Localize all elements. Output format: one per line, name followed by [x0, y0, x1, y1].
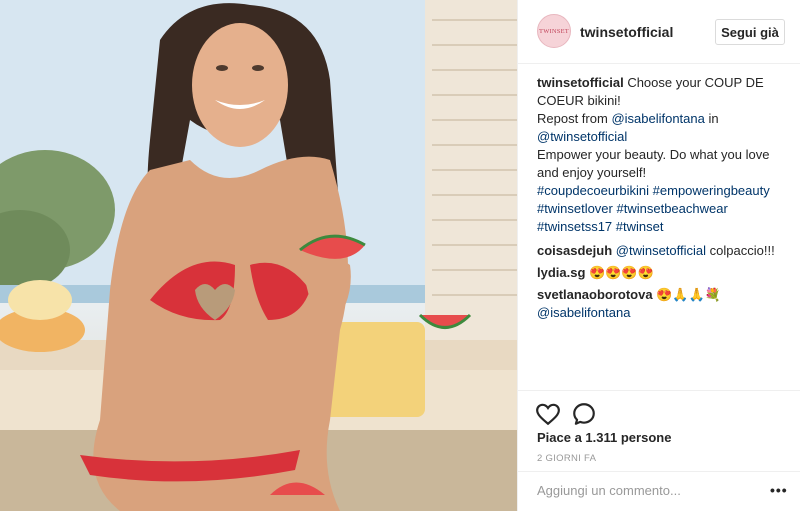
post-sidebar: TWINSET twinsetofficial Segui già twinse…	[517, 0, 800, 511]
post-header: TWINSET twinsetofficial Segui già	[518, 0, 800, 64]
more-options-icon[interactable]: •••	[770, 482, 788, 498]
add-comment-bar: •••	[518, 471, 800, 512]
comments-list: twinsetofficial Choose your COUP DE COEU…	[537, 74, 789, 324]
timestamp[interactable]: 2 GIORNI FA	[537, 453, 596, 464]
username[interactable]: twinsetofficial	[580, 24, 673, 40]
comment-username[interactable]: svetlanaoborotova	[537, 287, 653, 302]
mention-link[interactable]: @isabelifontana	[611, 111, 704, 126]
comment-text: 😍🙏🙏💐	[656, 287, 721, 302]
comment-item: coisasdejuh @twinsetofficial colpaccio!!…	[537, 242, 789, 260]
speech-bubble-icon[interactable]	[571, 401, 597, 427]
post-photo[interactable]	[0, 0, 517, 511]
likes-count[interactable]: Piace a 1.311 persone	[537, 430, 671, 445]
instagram-post: TWINSET twinsetofficial Segui già twinse…	[0, 0, 800, 511]
comment-item: lydia.sg 😍😍😍😍	[537, 264, 789, 282]
follow-button[interactable]: Segui già	[715, 19, 785, 45]
comment-username[interactable]: coisasdejuh	[537, 243, 612, 258]
caption-text: Empower your beauty. Do what you love an…	[537, 147, 770, 180]
caption-username[interactable]: twinsetofficial	[537, 75, 624, 90]
hashtag-link[interactable]: #coupdecoeurbikini	[537, 183, 649, 198]
comment-text: 😍😍😍😍	[589, 265, 654, 280]
caption: twinsetofficial Choose your COUP DE COEU…	[537, 74, 789, 236]
comment-text: colpaccio!!!	[709, 243, 775, 258]
avatar-text: TWINSET	[539, 27, 569, 35]
mention-link[interactable]: @isabelifontana	[537, 305, 630, 320]
comment-username[interactable]: lydia.sg	[537, 265, 585, 280]
comment-item: svetlanaoborotova 😍🙏🙏💐 @isabelifontana	[537, 286, 789, 322]
avatar[interactable]: TWINSET	[537, 14, 571, 48]
mention-link[interactable]: @twinsetofficial	[616, 243, 706, 258]
hashtag-link[interactable]: #twinsetbeachwear	[617, 201, 728, 216]
hashtag-link[interactable]: #twinsetss17	[537, 219, 612, 234]
photo-illustration	[0, 0, 517, 511]
caption-text: in	[708, 111, 719, 126]
comment-input[interactable]	[537, 483, 762, 498]
caption-text: Repost from	[537, 111, 608, 126]
hashtag-link[interactable]: #empoweringbeauty	[653, 183, 770, 198]
hashtag-link[interactable]: #twinset	[616, 219, 664, 234]
heart-icon[interactable]	[535, 401, 561, 427]
mention-link[interactable]: @twinsetofficial	[537, 129, 627, 144]
post-actions: Piace a 1.311 persone 2 GIORNI FA •••	[518, 390, 800, 512]
hashtag-link[interactable]: #twinsetlover	[537, 201, 613, 216]
